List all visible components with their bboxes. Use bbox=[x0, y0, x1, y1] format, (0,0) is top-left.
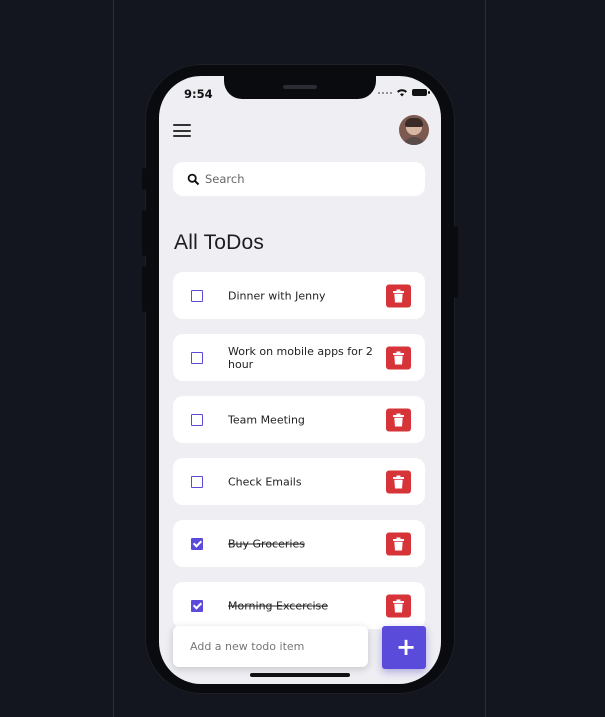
hamburger-menu-icon[interactable] bbox=[173, 124, 191, 138]
phone-volume-down bbox=[142, 266, 146, 312]
checkbox-checked-icon[interactable] bbox=[191, 537, 203, 550]
checkbox-empty-icon[interactable] bbox=[191, 475, 203, 488]
phone-power-button bbox=[454, 226, 458, 298]
checkbox-empty-icon[interactable] bbox=[191, 413, 203, 426]
todo-item[interactable]: Buy Groceries bbox=[173, 520, 425, 567]
trash-icon bbox=[393, 289, 404, 302]
checkbox-empty-icon[interactable] bbox=[191, 289, 203, 302]
user-avatar[interactable] bbox=[399, 115, 429, 145]
todo-label: Team Meeting bbox=[228, 413, 305, 426]
delete-button[interactable] bbox=[386, 346, 411, 369]
phone-volume-up bbox=[142, 210, 146, 256]
trash-icon bbox=[393, 599, 404, 612]
signal-icon bbox=[378, 91, 392, 94]
trash-icon bbox=[393, 537, 404, 550]
checkbox-checked-icon[interactable] bbox=[191, 599, 203, 612]
trash-icon bbox=[393, 351, 404, 364]
todo-item[interactable]: Work on mobile apps for 2 hour bbox=[173, 334, 425, 381]
status-time: 9:54 bbox=[184, 87, 213, 101]
todo-item[interactable]: Team Meeting bbox=[173, 396, 425, 443]
wifi-icon bbox=[397, 89, 407, 97]
guide-line-left bbox=[113, 0, 114, 717]
todo-item[interactable]: Dinner with Jenny bbox=[173, 272, 425, 319]
todo-label: Dinner with Jenny bbox=[228, 289, 326, 302]
status-icons bbox=[378, 88, 430, 97]
todo-item[interactable]: Morning Excercise bbox=[173, 582, 425, 629]
todo-label: Buy Groceries bbox=[228, 537, 305, 550]
phone-mute-switch bbox=[142, 168, 146, 190]
delete-button[interactable] bbox=[386, 532, 411, 555]
app-screen: 9:54 All ToDos Dinner with Jenny Work on … bbox=[159, 76, 441, 684]
delete-button[interactable] bbox=[386, 594, 411, 617]
page-title: All ToDos bbox=[174, 231, 265, 254]
battery-icon bbox=[412, 89, 430, 96]
delete-button[interactable] bbox=[386, 408, 411, 431]
new-todo-field[interactable] bbox=[173, 626, 368, 667]
delete-button[interactable] bbox=[386, 470, 411, 493]
add-todo-button[interactable]: + bbox=[382, 626, 426, 669]
trash-icon bbox=[393, 413, 404, 426]
plus-icon: + bbox=[396, 633, 417, 661]
home-indicator bbox=[250, 673, 350, 677]
delete-button[interactable] bbox=[386, 284, 411, 307]
speaker-grille bbox=[283, 85, 317, 89]
search-icon bbox=[187, 173, 200, 185]
todo-item[interactable]: Check Emails bbox=[173, 458, 425, 505]
trash-icon bbox=[393, 475, 404, 488]
checkbox-empty-icon[interactable] bbox=[191, 351, 203, 364]
search-input[interactable] bbox=[203, 171, 407, 187]
new-todo-input[interactable] bbox=[188, 639, 362, 654]
todo-label: Work on mobile apps for 2 hour bbox=[228, 344, 373, 371]
todo-label: Morning Excercise bbox=[228, 599, 328, 612]
guide-line-right bbox=[485, 0, 486, 717]
todo-label: Check Emails bbox=[228, 475, 302, 488]
search-bar[interactable] bbox=[173, 162, 425, 196]
